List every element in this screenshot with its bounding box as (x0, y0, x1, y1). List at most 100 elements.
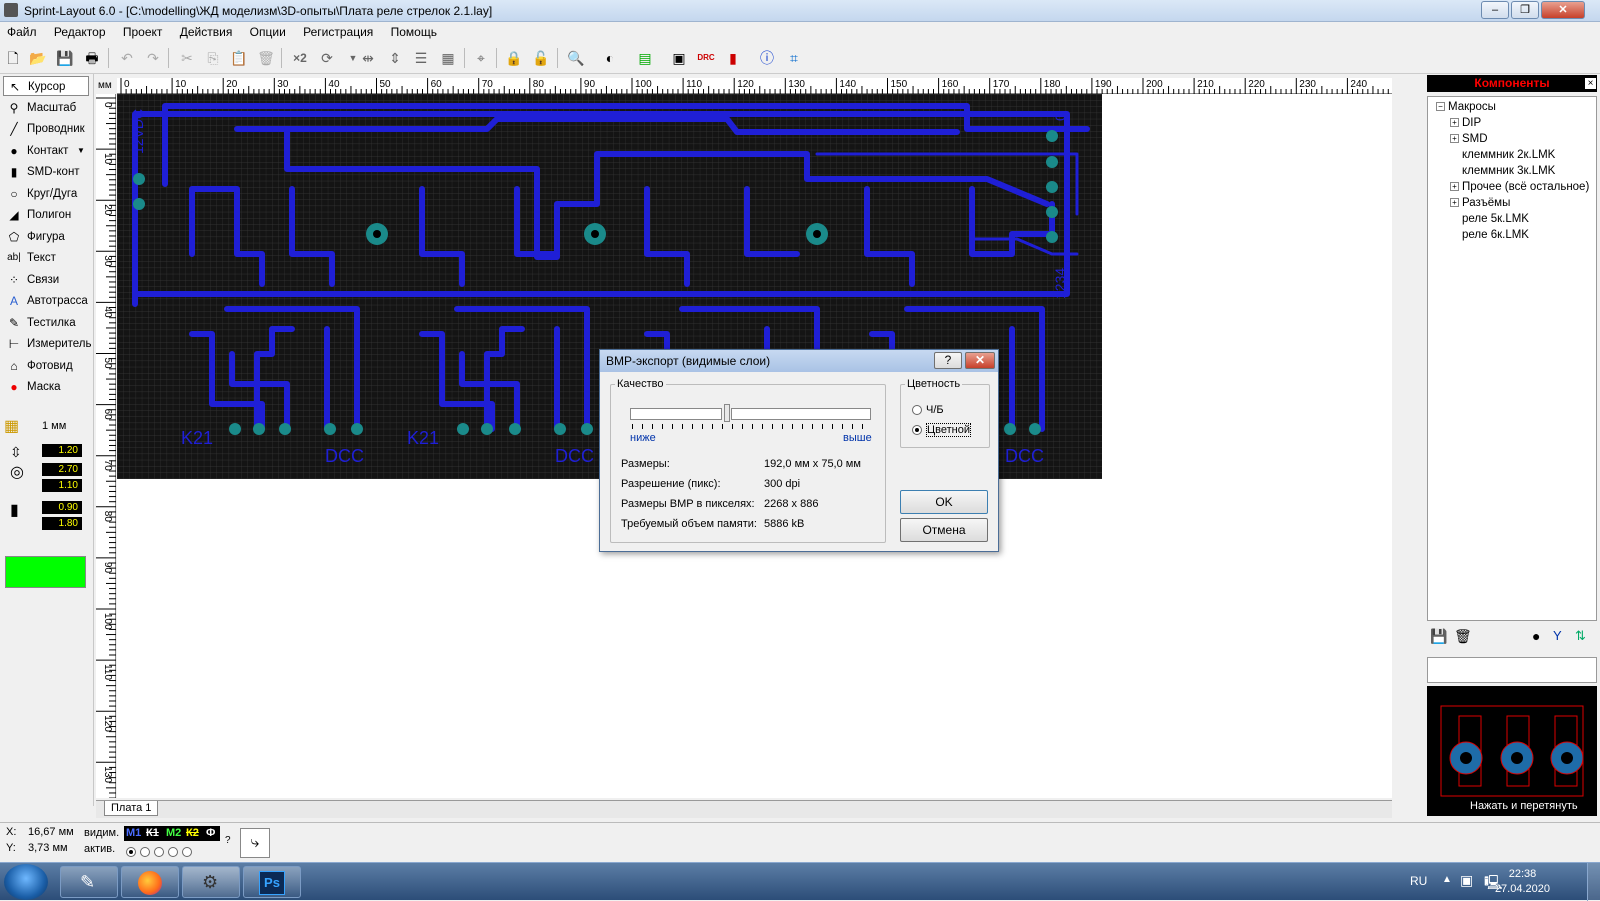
menu-help[interactable]: Помощь (384, 22, 444, 42)
snap-icon[interactable]: ⌖ (470, 47, 492, 69)
active-radio-k2[interactable] (168, 846, 178, 857)
dialog-close-button[interactable]: ✕ (965, 352, 995, 369)
pad-outer-value[interactable]: 2.70 (42, 463, 82, 476)
mirror-horizontal-icon[interactable]: ⇹ (357, 47, 379, 69)
tool-track[interactable]: ╱ Проводник (3, 119, 89, 139)
language-indicator[interactable]: RU (1410, 874, 1427, 888)
radio-bw-circle[interactable] (912, 405, 922, 416)
align-icon[interactable]: ☰ (410, 47, 432, 69)
unlock-icon[interactable]: 🔓 (530, 47, 552, 69)
tree-node-smd[interactable]: + SMD (1450, 133, 1488, 145)
macro-icon[interactable]: ▮ (722, 47, 744, 69)
layer-f[interactable]: Ф (206, 826, 215, 841)
delete-macro-icon[interactable]: 🗑 (1454, 628, 1472, 645)
macro-preview[interactable] (1427, 686, 1597, 816)
menu-file[interactable]: Файл (0, 22, 44, 42)
layer-k2[interactable]: К2 (186, 826, 199, 841)
tool-pad[interactable]: ● Контакт ▼ (3, 141, 89, 161)
undo-icon[interactable]: ↶ (116, 47, 138, 69)
active-radio-f[interactable] (182, 846, 192, 857)
tab-board-1[interactable]: Плата 1 (104, 801, 159, 816)
tool-cursor[interactable]: ↖ Курсор (3, 76, 89, 96)
taskbar-firefox-icon[interactable] (121, 866, 179, 898)
filter-icon[interactable]: Y (1553, 628, 1562, 643)
active-radio-k1[interactable] (140, 846, 150, 857)
tree-expander[interactable]: + (1450, 134, 1459, 144)
menu-actions[interactable]: Действия (173, 22, 240, 42)
tool-tester[interactable]: ✎ Тестилка (3, 313, 89, 333)
tree-expander[interactable]: − (1436, 102, 1445, 112)
tree-node-relay-5k[interactable]: реле 5к.LMK (1462, 213, 1529, 225)
close-window-button[interactable]: ✕ (1541, 1, 1585, 19)
tree-expander[interactable]: + (1450, 118, 1459, 128)
group-icon[interactable]: ▦ (437, 47, 459, 69)
info-icon[interactable]: ⓘ (756, 47, 778, 69)
scanner-icon[interactable]: ▣ (668, 47, 690, 69)
tool-mask[interactable]: ● Маска (3, 377, 89, 397)
ok-button[interactable]: OK (900, 490, 988, 514)
redo-icon[interactable]: ↷ (142, 47, 164, 69)
tool-photo-view[interactable]: ⌂ Фотовид (3, 356, 89, 376)
start-button[interactable] (4, 864, 48, 900)
radio-bw[interactable]: Ч/Б (912, 404, 944, 416)
tool-text[interactable]: ab| Текст (3, 248, 89, 268)
tree-node-relay-6k[interactable]: реле 6к.LMK (1462, 229, 1529, 241)
menu-options[interactable]: Опции (243, 22, 293, 42)
tree-expander[interactable]: + (1450, 182, 1459, 192)
tool-measure[interactable]: ⊢ Измеритель (3, 334, 92, 354)
duplicate-x2-button[interactable]: ×2 (289, 47, 311, 69)
save-icon[interactable]: 💾 (54, 47, 76, 69)
menu-registration[interactable]: Регистрация (296, 22, 380, 42)
clock[interactable]: 22:38 27.04.2020 (1495, 867, 1550, 897)
tool-autoroute[interactable]: A Автотрасса (3, 291, 89, 311)
new-file-icon[interactable]: 🗋 (2, 47, 24, 69)
grid-size[interactable]: 1 мм (42, 420, 66, 432)
contrast-icon[interactable]: ◐ (599, 47, 621, 69)
tool-circle[interactable]: ○ Круг/Дуга (3, 184, 89, 204)
grid-icon[interactable]: ▦ (4, 416, 19, 436)
tool-zoom[interactable]: ⚲ Масштаб (3, 98, 89, 118)
drc-icon[interactable]: DRC (695, 47, 717, 69)
tray-device-icon[interactable]: ▣ (1460, 872, 1473, 889)
maximize-button[interactable]: ❐ (1511, 1, 1539, 19)
taskbar-notepad-icon[interactable]: ✎ (60, 866, 118, 898)
minimize-button[interactable]: – (1481, 1, 1509, 19)
tree-node-macros[interactable]: − Макросы (1436, 101, 1496, 113)
radio-color-circle[interactable] (912, 425, 922, 436)
layer-help[interactable]: ? (225, 835, 231, 846)
tree-node-dip[interactable]: + DIP (1450, 117, 1481, 129)
tree-node-other[interactable]: + Прочее (всё остальное) (1450, 181, 1589, 193)
tool-smd[interactable]: ▮ SMD-конт (3, 162, 89, 182)
menu-project[interactable]: Проект (116, 22, 170, 42)
track-width-value[interactable]: 1.20 (42, 444, 82, 457)
components-close-button[interactable]: × (1584, 77, 1597, 90)
mirror-vertical-icon[interactable]: ⇕ (384, 47, 406, 69)
cut-icon[interactable]: ✂ (176, 47, 198, 69)
crop-icon[interactable]: ⌗ (783, 47, 805, 69)
smd-height-value[interactable]: 1.80 (42, 517, 82, 530)
refresh-icon[interactable]: ⇅ (1575, 628, 1586, 644)
tree-node-terminal-2k[interactable]: клеммник 2к.LMK (1462, 149, 1555, 161)
rotate-icon[interactable]: ⟳ (316, 47, 338, 69)
paste-icon[interactable]: 📋 (228, 47, 250, 69)
record-icon[interactable]: ● (1532, 628, 1540, 644)
connection-toggle-icon[interactable]: ⤷ (240, 828, 270, 858)
active-radio-m2[interactable] (154, 846, 164, 857)
dialog-help-button[interactable]: ? (934, 352, 962, 369)
cancel-button[interactable]: Отмена (900, 518, 988, 542)
radio-color[interactable]: Цветной (912, 423, 971, 437)
layer-m1[interactable]: М1 (126, 826, 141, 841)
show-desktop-button[interactable] (1587, 863, 1600, 901)
print-icon[interactable]: 🖶 (81, 47, 103, 69)
delete-icon[interactable]: 🗑 (255, 47, 277, 69)
taskbar-photoshop-icon[interactable]: Ps (243, 866, 301, 898)
pad-inner-value[interactable]: 1.10 (42, 479, 82, 492)
lock-icon[interactable]: 🔒 (503, 47, 525, 69)
open-folder-icon[interactable]: 📂 (27, 47, 49, 69)
layer-k1[interactable]: К1 (146, 826, 159, 841)
tool-shape[interactable]: ⬠ Фигура (3, 227, 89, 247)
menu-edit[interactable]: Редактор (47, 22, 113, 42)
color-swatch[interactable] (5, 556, 86, 588)
active-radio-m1[interactable] (126, 846, 136, 857)
tool-polygon[interactable]: ◢ Полигон (3, 205, 89, 225)
